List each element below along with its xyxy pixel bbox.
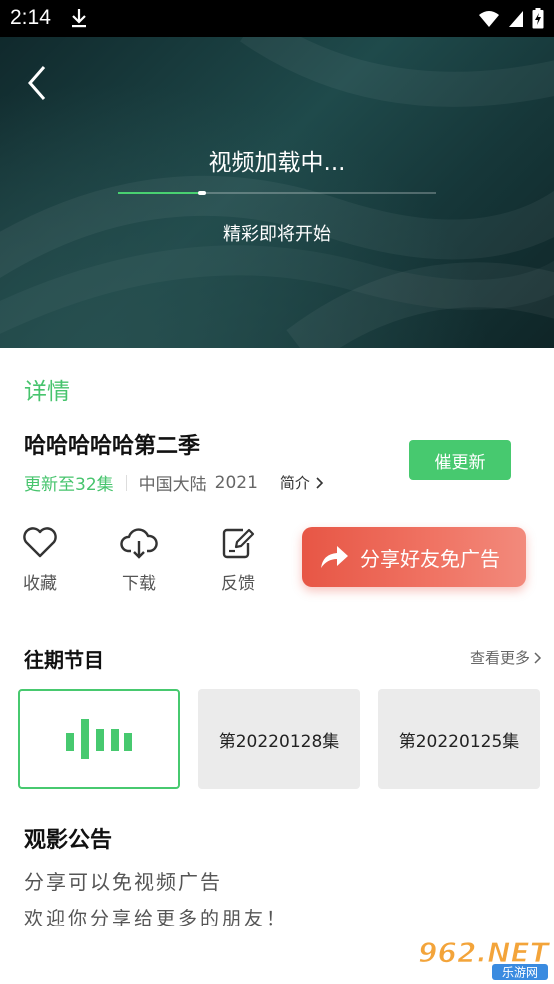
episode-card-current[interactable] [18, 689, 180, 789]
show-title: 哈哈哈哈哈第二季 [24, 434, 201, 459]
past-episodes-title: 往期节目 [24, 648, 104, 672]
episode-label: 第20220128集 [218, 731, 340, 752]
share-button[interactable]: 分享好友免广告 [302, 527, 526, 587]
site-watermark-logo: 962.NET 乐游网 [417, 935, 550, 980]
loading-subtitle: 精彩即将开始 [223, 224, 331, 245]
urge-update-button[interactable]: 催更新 [409, 440, 511, 480]
share-label: 分享好友免广告 [360, 546, 500, 571]
share-arrow-icon [321, 546, 348, 568]
loading-progress-bar [118, 191, 436, 195]
back-button[interactable] [22, 63, 54, 103]
signal-icon [508, 10, 524, 32]
show-year: 2021 [214, 472, 258, 493]
favorite-label: 收藏 [23, 574, 57, 594]
status-time: 2:14 [10, 6, 51, 29]
chevron-left-icon [28, 66, 46, 100]
episode-label: 第20220125集 [398, 731, 520, 752]
episode-card[interactable]: 第20220128集 [198, 689, 360, 789]
intro-link[interactable]: 简介 [280, 472, 324, 493]
favorite-button[interactable]: 收藏 [10, 527, 70, 594]
loading-progress-fill [118, 192, 198, 194]
cloud-download-icon [120, 528, 158, 559]
chevron-right-icon [316, 476, 324, 489]
loading-progress-knob [198, 191, 206, 195]
video-player[interactable]: 视频加载中... 精彩即将开始 [0, 37, 554, 348]
download-button[interactable]: 下载 [109, 527, 169, 594]
notice-title: 观影公告 [24, 828, 113, 853]
playing-equalizer-icon [66, 719, 132, 759]
show-meta: 更新至32集 中国大陆 2021 简介 [24, 470, 324, 495]
view-more-link[interactable]: 查看更多 [470, 647, 542, 668]
download-label: 下载 [122, 574, 156, 594]
feedback-label: 反馈 [221, 574, 255, 594]
update-status: 更新至32集 [24, 475, 114, 495]
notice-text: 分享可以免视频广告 [24, 870, 222, 894]
svg-text:乐游网: 乐游网 [502, 966, 538, 980]
loading-title: 视频加载中... [208, 150, 346, 176]
chevron-right-icon [534, 651, 542, 664]
edit-note-icon [222, 528, 255, 559]
battery-icon [532, 8, 544, 33]
meta-divider [125, 474, 127, 491]
feedback-button[interactable]: 反馈 [208, 527, 268, 594]
status-bar: 2:14 [0, 0, 554, 37]
notice-text: 欢迎你分享给更多的朋友！ [24, 908, 289, 926]
heart-icon [23, 527, 57, 558]
episode-card[interactable]: 第20220125集 [378, 689, 540, 789]
show-region: 中国大陆 [138, 475, 207, 495]
download-notification-icon [70, 8, 88, 32]
wifi-icon [478, 10, 500, 32]
tab-detail[interactable]: 详情 [24, 372, 70, 406]
intro-label: 简介 [279, 474, 310, 492]
view-more-label: 查看更多 [469, 649, 530, 667]
